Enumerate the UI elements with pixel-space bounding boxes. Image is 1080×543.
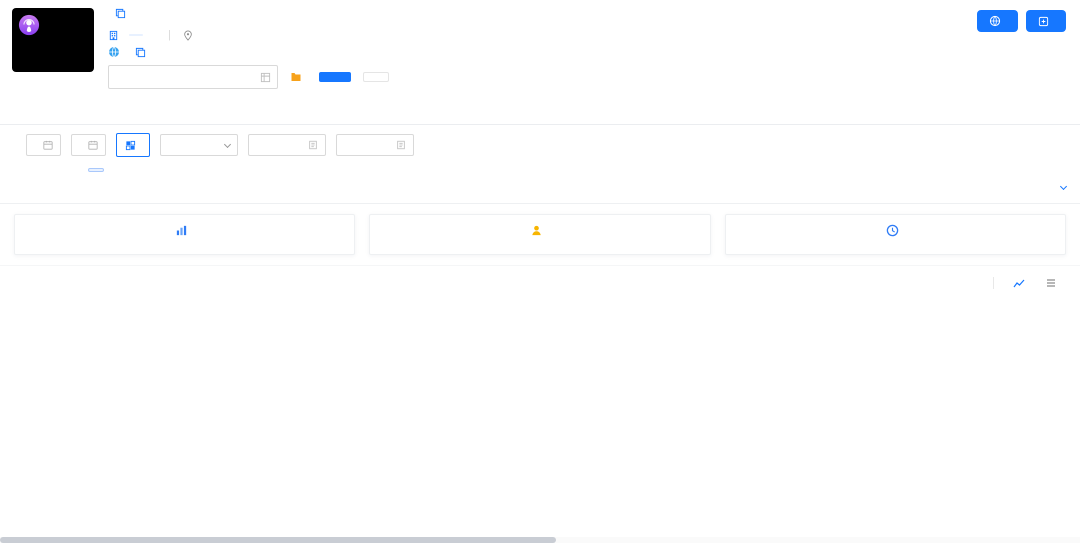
globe-icon [108, 46, 120, 58]
calendar-icon [43, 140, 53, 150]
import-trend-chart[interactable] [0, 294, 1080, 518]
tcrm-plus-icon [1038, 16, 1049, 27]
calendar-icon [88, 140, 98, 150]
company-logo-image[interactable] [12, 8, 94, 72]
company-header: | [0, 0, 1080, 93]
date-to-input[interactable] [71, 134, 106, 156]
importer-tag[interactable] [129, 34, 143, 36]
company-logo-block [12, 8, 94, 89]
clock-icon [886, 224, 899, 237]
document-icon [396, 140, 406, 150]
building-icon [108, 30, 119, 41]
header-actions [977, 10, 1066, 32]
country-tabs-row [0, 176, 1080, 204]
company-type-row: | [108, 29, 1068, 41]
expand-button[interactable] [1056, 184, 1066, 191]
main-tabs [0, 93, 1080, 125]
date-from-input[interactable] [26, 134, 61, 156]
company-info: | [108, 8, 1068, 89]
stat-card-trade-count [14, 214, 355, 255]
list-icon [1045, 277, 1057, 289]
line-chart-icon [1013, 277, 1025, 289]
stat-cards [0, 204, 1080, 263]
copy-company-name-icon[interactable] [115, 8, 126, 19]
document-icon [308, 140, 318, 150]
quick-options-button[interactable] [116, 133, 150, 157]
add-tcrm-button[interactable] [1026, 10, 1066, 32]
divider: | [168, 29, 171, 41]
similar-company-icon[interactable] [260, 72, 271, 83]
supplier-icon [530, 224, 543, 237]
data-source-all[interactable] [32, 168, 44, 172]
exporter-tag[interactable] [148, 34, 156, 36]
import-crm-button[interactable] [290, 71, 307, 83]
copy-website-icon[interactable] [135, 47, 146, 58]
filter-bar [0, 125, 1080, 163]
hs-code-select[interactable] [248, 134, 326, 156]
data-source-import[interactable] [60, 168, 72, 172]
similar-company-input-wrap [108, 65, 278, 89]
stat-card-last-import [725, 214, 1066, 255]
company-website-row [108, 46, 1068, 58]
origin-select[interactable] [336, 134, 414, 156]
stat-card-suppliers [369, 214, 710, 255]
product-select[interactable] [160, 134, 238, 156]
data-source-row [0, 163, 1080, 176]
data-source-export[interactable] [88, 168, 104, 172]
trend-toolbar [979, 274, 1066, 292]
view-detail-button[interactable] [1040, 274, 1066, 292]
bar-chart-icon [175, 224, 188, 237]
grid-icon [125, 140, 136, 151]
chevron-down-icon [224, 140, 231, 147]
horizontal-scrollbar-thumb[interactable] [0, 537, 556, 543]
globe-white-icon [989, 15, 1001, 27]
chevron-down-icon [1060, 183, 1067, 190]
add-radar-button[interactable] [319, 72, 351, 82]
folder-import-icon [290, 71, 302, 83]
location-pin-icon [183, 30, 193, 41]
header-controls [108, 65, 1068, 89]
trend-section-header [0, 265, 1080, 294]
start-monitor-button[interactable] [363, 72, 389, 82]
global-search-button[interactable] [977, 10, 1018, 32]
view-trend-button[interactable] [1008, 274, 1034, 292]
similar-company-input[interactable] [115, 70, 247, 84]
apple-podcasts-icon [18, 14, 40, 36]
divider [993, 277, 994, 289]
